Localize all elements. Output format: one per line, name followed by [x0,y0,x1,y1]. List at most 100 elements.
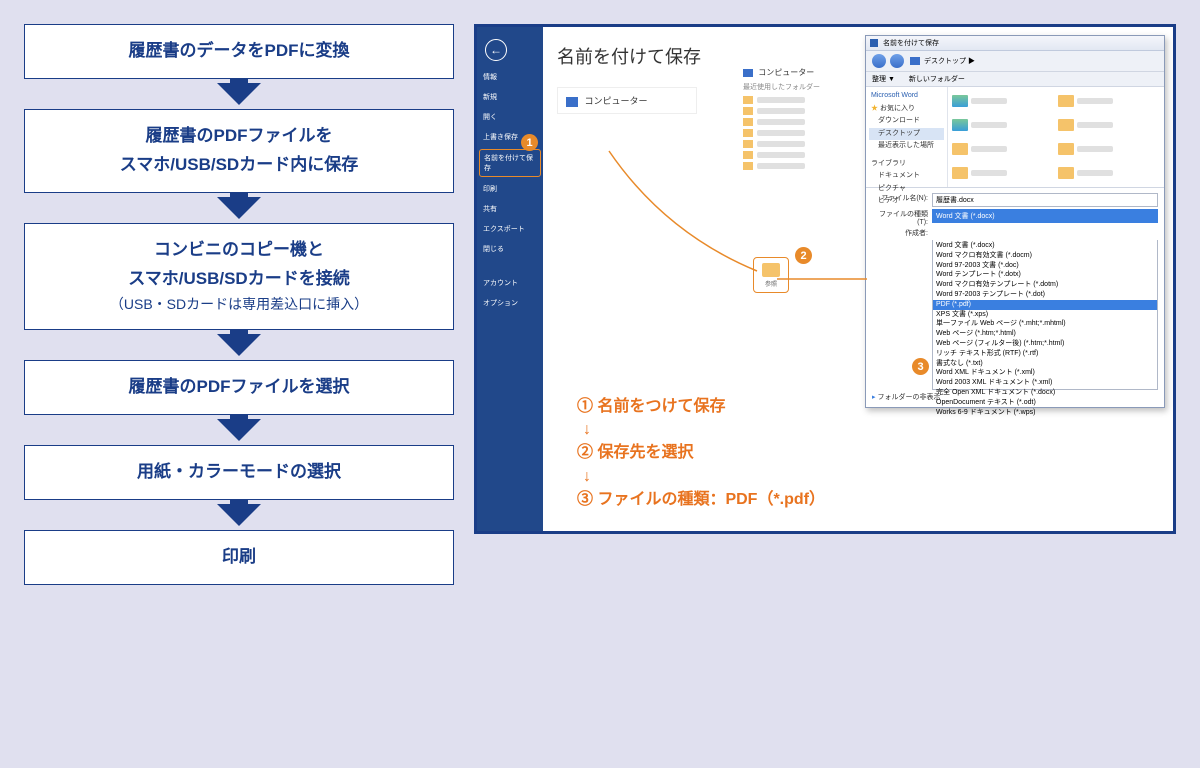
callout-3-marker: 3 [912,358,929,375]
down-arrow-icon: ↓ [583,467,825,486]
dialog-body: Microsoft Word★ お気に入り ダウンロード デスクトップ 最近表示… [866,87,1164,187]
blurred-text [971,146,1007,152]
dialog-title-label: 名前を付けて保存 [883,40,939,47]
dialog-toolbar: 整理 ▼ 新しいフォルダー [866,72,1164,87]
flow-arrow-icon [217,197,261,219]
down-arrow-icon: ↓ [583,420,825,439]
browse-button[interactable]: 参照 [753,257,789,293]
step-box-2: 履歴書のPDFファイルをスマホ/USB/SDカード内に保存 [24,109,454,193]
filetype-option[interactable]: Word 97-2003 文書 (*.doc) [933,261,1157,271]
file-item[interactable] [952,163,1054,183]
tree-item[interactable]: ダウンロード [869,115,944,128]
word-menu-item[interactable]: 情報 [477,67,543,87]
folder-icon [743,118,753,126]
tree-item[interactable]: Microsoft Word [869,90,944,103]
filetype-option[interactable]: PDF (*.pdf) [933,300,1157,310]
blurred-text [757,163,805,169]
filetype-option[interactable]: Word XML ドキュメント (*.xml) [933,368,1157,378]
toolbar-label[interactable]: 整理 ▼ 新しいフォルダー [872,76,965,83]
nav-fwd-icon[interactable] [890,54,904,68]
recent-folder-row[interactable] [743,162,820,170]
file-item[interactable] [1058,91,1160,111]
dialog-titlebar: 名前を付けて保存 [866,36,1164,51]
filetype-option[interactable]: Word 2003 XML ドキュメント (*.xml) [933,378,1157,388]
recent-folder-row[interactable] [743,96,820,104]
file-grid[interactable] [948,87,1164,187]
tree-item[interactable]: 最近表示した場所 [869,140,944,153]
filetype-option[interactable]: Word 97-2003 テンプレート (*.dot) [933,290,1157,300]
recent-folder-row[interactable] [743,118,820,126]
folder-tree[interactable]: Microsoft Word★ お気に入り ダウンロード デスクトップ 最近表示… [866,87,948,187]
filetype-option[interactable]: Web ページ (フィルター後) (*.htm;*.html) [933,339,1157,349]
tree-item[interactable]: ライブラリ [869,158,944,171]
author-row: 作成者: [872,228,1158,238]
folder-icon [743,107,753,115]
flow-arrow-icon [217,504,261,526]
filetype-label: ファイルの種類(T): [872,209,928,226]
blurred-text [971,98,1007,104]
word-menu-item[interactable]: アカウント [477,273,543,293]
tree-item[interactable]: ★ お気に入り [869,103,944,116]
filetype-option[interactable]: Word マクロ有効テンプレート (*.dotm) [933,280,1157,290]
computer-icon [743,69,753,77]
word-menu-item[interactable]: エクスポート [477,219,543,239]
computer-row[interactable]: コンピューター [557,87,697,114]
recent-folder-row[interactable] [743,129,820,137]
word-saveas-screenshot: ← 情報新規開く上書き保存名前を付けて保存1印刷共有エクスポート閉じるアカウント… [474,24,1176,534]
filetype-option[interactable]: XPS 文書 (*.xps) [933,310,1157,320]
folder-icon [743,140,753,148]
word-menu-item[interactable]: 印刷 [477,179,543,199]
blurred-text [757,108,805,114]
folder-icon [743,96,753,104]
recent-folder-row[interactable] [743,151,820,159]
filetype-select[interactable]: Word 文書 (*.docx) [932,209,1158,223]
step-box-1: 履歴書のデータをPDFに変換 [24,24,454,79]
breadcrumb-label[interactable]: デスクトップ ▶ [924,56,975,66]
back-arrow-icon[interactable]: ← [485,39,507,61]
filetype-option[interactable]: Works 6-9 ドキュメント (*.wps) [933,408,1157,418]
recent-folder-row[interactable] [743,107,820,115]
folder-hide-label[interactable]: ▸ フォルダーの非表示 [872,392,940,402]
file-item[interactable] [952,139,1054,159]
filetype-option[interactable]: Word テンプレート (*.dotx) [933,270,1157,280]
word-menu-item[interactable]: オプション [477,293,543,313]
filetype-dropdown[interactable]: Word 文書 (*.docx)Word マクロ有効文書 (*.docm)Wor… [932,240,1158,390]
step-box-3: コンビニのコピー機とスマホ/USB/SDカードを接続（USB・SDカードは専用差… [24,223,454,331]
file-item[interactable] [952,115,1054,135]
file-item[interactable] [1058,139,1160,159]
flow-arrow-icon [217,83,261,105]
word-menu-item[interactable]: 名前を付けて保存1 [479,149,541,177]
word-menu-item[interactable]: 閉じる [477,239,543,259]
blurred-text [757,130,805,136]
file-item[interactable] [1058,163,1160,183]
callout-2-marker: 2 [795,247,812,264]
blurred-text [757,152,805,158]
filetype-option[interactable]: リッチ テキスト形式 (RTF) (*.rtf) [933,349,1157,359]
word-menu-item[interactable]: 開く [477,107,543,127]
instruction-3: ③ ファイルの種類：PDF（*.pdf） [577,490,825,509]
flow-arrow-icon [217,419,261,441]
blurred-text [1077,146,1113,152]
word-menu-item[interactable]: 新規 [477,87,543,107]
recent-folder-row[interactable] [743,140,820,148]
filetype-option[interactable]: Word 文書 (*.docx) [933,241,1157,251]
filename-input[interactable]: 履歴書.docx [932,193,1158,207]
file-icon [1058,95,1074,107]
filetype-option[interactable]: 書式なし (*.txt) [933,359,1157,369]
recent-header-label: コンピューター [758,68,814,77]
computer-icon [566,97,578,107]
file-item[interactable] [1058,115,1160,135]
file-item[interactable] [952,91,1054,111]
flow-arrow-icon [217,334,261,356]
recent-folders-list: コンピューター 最近使用したフォルダー [743,67,820,173]
tree-item[interactable]: デスクトップ [869,128,944,141]
filetype-option[interactable]: Word マクロ有効文書 (*.docm) [933,251,1157,261]
tree-item[interactable]: ドキュメント [869,170,944,183]
nav-back-icon[interactable] [872,54,886,68]
file-icon [1058,143,1074,155]
recent-sub-label: 最近使用したフォルダー [743,82,820,92]
word-menu-item[interactable]: 共有 [477,199,543,219]
filetype-option[interactable]: Web ページ (*.htm;*.html) [933,329,1157,339]
filetype-option[interactable]: 単一ファイル Web ページ (*.mht;*.mhtml) [933,319,1157,329]
file-icon [952,167,968,179]
